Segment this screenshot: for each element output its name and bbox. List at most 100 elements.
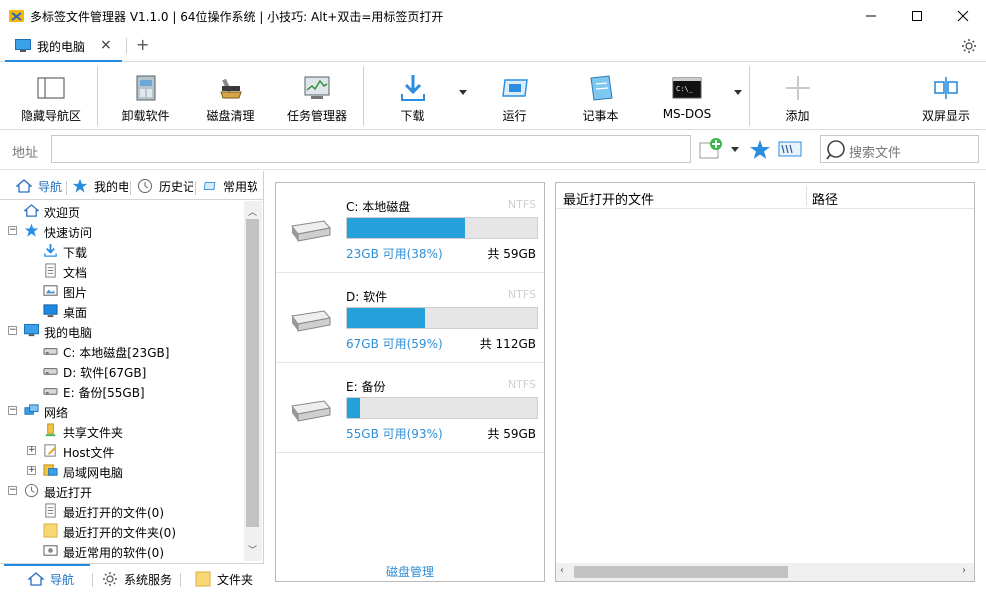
tab-my-computer[interactable]: 我的电脑 ×: [5, 31, 122, 62]
add-button[interactable]: 添加: [770, 62, 825, 130]
uninstall-button[interactable]: 卸载软件: [108, 62, 183, 130]
tab-bar: 我的电脑 × +: [0, 31, 986, 62]
tab-divider: [66, 181, 67, 195]
drive-total-size: 共 59GB: [487, 247, 536, 261]
disk-management-link[interactable]: 磁盘管理: [276, 563, 544, 580]
disk-clean-button[interactable]: 磁盘清理: [193, 62, 268, 130]
tab-history-label: 历史记录: [159, 180, 193, 194]
task-manager-button[interactable]: 任务管理器: [278, 62, 356, 130]
add-label: 添加: [785, 109, 810, 123]
dual-screen-button[interactable]: 双屏显示: [916, 62, 976, 130]
address-label: 地址: [12, 146, 39, 161]
usage-fill: [347, 308, 425, 328]
collapse-toggle[interactable]: −: [8, 406, 17, 415]
title-bar: 多标签文件管理器 V1.1.0 | 64位操作系统 | 小技巧: Alt+双击=…: [0, 0, 986, 31]
bottom-tab-label: 导航: [50, 573, 75, 587]
tab-divider: [180, 573, 181, 587]
drive-card-e[interactable]: E: 备份 NTFS 55GB 可用(93%) 共 59GB: [276, 363, 544, 453]
scroll-left-icon[interactable]: ‹: [560, 565, 564, 576]
msdos-dropdown-icon[interactable]: [734, 90, 742, 95]
tree-label: D: 软件[67GB]: [63, 366, 147, 380]
favorite-star-icon[interactable]: [749, 139, 771, 161]
drive-total-size: 共 59GB: [487, 427, 536, 441]
new-tab-button[interactable]: +: [136, 35, 149, 54]
search-input[interactable]: 搜索文件: [820, 135, 979, 163]
disk-panel: C: 本地磁盘 NTFS 23GB 可用(38%) 共 59GB D: 软件 N…: [275, 182, 545, 582]
new-folder-dropdown-icon[interactable]: [731, 147, 739, 152]
tree-label: 欢迎页: [44, 206, 81, 220]
search-placeholder: 搜索文件: [849, 146, 902, 161]
scrollbar-thumb[interactable]: [574, 566, 788, 578]
bottom-tab-nav[interactable]: 导航: [28, 569, 88, 589]
bottom-tab-label: 系统服务: [124, 573, 172, 587]
drive-free-space: 67GB 可用(59%): [346, 337, 443, 351]
tree-label: 最近打开的文件(0): [63, 506, 164, 520]
computer-icon: [24, 323, 39, 337]
scroll-right-icon[interactable]: ›: [962, 565, 966, 576]
address-input[interactable]: [51, 135, 691, 163]
tree-label: 最近打开: [44, 486, 93, 500]
network-path-icon[interactable]: [778, 141, 802, 157]
tree-scrollbar[interactable]: ︿ ﹀: [244, 201, 262, 561]
download-dropdown-icon[interactable]: [459, 90, 467, 95]
drive-card-c[interactable]: C: 本地磁盘 NTFS 23GB 可用(38%) 共 59GB: [276, 183, 544, 273]
tree-label: E: 备份[55GB]: [63, 386, 145, 400]
scroll-down-icon[interactable]: ﹀: [248, 543, 257, 556]
run-label: 运行: [502, 109, 527, 123]
hard-drive-icon: [291, 310, 331, 332]
drive-card-d[interactable]: D: 软件 NTFS 67GB 可用(59%) 共 112GB: [276, 273, 544, 363]
tab-history[interactable]: 历史记录: [137, 176, 193, 196]
tab-nav-label: 导航: [38, 180, 63, 194]
bottom-tabs: 导航 系统服务 文件夹: [0, 563, 264, 593]
msdos-button[interactable]: C:\_ MS-DOS: [654, 62, 720, 130]
close-button[interactable]: [940, 0, 986, 31]
list-header: 最近打开的文件 路径: [556, 183, 974, 209]
column-header-path[interactable]: 路径: [812, 189, 838, 208]
tab-divider: [195, 181, 196, 195]
tab-divider: [92, 573, 93, 587]
drive-icon: [43, 348, 58, 355]
maximize-button[interactable]: [894, 0, 940, 31]
collapse-toggle[interactable]: −: [8, 326, 17, 335]
tab-favorites[interactable]: 我的电脑: [72, 176, 128, 196]
collapse-toggle[interactable]: −: [8, 226, 17, 235]
notepad-icon: [589, 75, 613, 101]
lan-computer-icon: [43, 464, 58, 476]
recent-files-panel: 最近打开的文件 路径 ‹ ›: [555, 182, 975, 582]
svg-text:C:\_: C:\_: [676, 85, 694, 93]
run-button[interactable]: 运行: [487, 62, 542, 130]
tab-nav[interactable]: 导航: [16, 176, 66, 196]
settings-gear-icon[interactable]: [961, 38, 977, 54]
hide-nav-label: 隐藏导航区: [20, 109, 81, 123]
horizontal-scrollbar[interactable]: ‹ ›: [556, 563, 974, 581]
tree-label: C: 本地磁盘[23GB]: [63, 346, 170, 360]
notepad-button[interactable]: 记事本: [573, 62, 628, 130]
document-icon: [45, 503, 56, 518]
expand-toggle[interactable]: +: [27, 466, 36, 475]
bottom-tab-folder[interactable]: 文件夹: [195, 569, 259, 589]
new-folder-icon[interactable]: [698, 137, 724, 161]
tree-label: 局域网电脑: [63, 466, 124, 480]
task-manager-icon: [304, 76, 330, 99]
expand-toggle[interactable]: +: [27, 446, 36, 455]
task-manager-label: 任务管理器: [286, 109, 347, 123]
collapse-toggle[interactable]: −: [8, 486, 17, 495]
minimize-button[interactable]: [848, 0, 894, 31]
bottom-tab-services[interactable]: 系统服务: [102, 569, 172, 589]
drive-name: E: 备份: [346, 380, 386, 394]
picture-icon: [43, 285, 58, 296]
panel-icon: [37, 77, 65, 99]
download-button[interactable]: 下载: [385, 62, 440, 130]
scrollbar-thumb[interactable]: [246, 219, 259, 527]
bottom-tab-label: 文件夹: [217, 573, 254, 587]
command-prompt-icon: C:\_: [672, 77, 702, 99]
usage-bar: [346, 217, 538, 239]
clock-icon: [138, 179, 152, 193]
drive-free-space: 23GB 可用(38%): [346, 247, 443, 261]
tab-common-software[interactable]: 常用软件: [201, 176, 257, 196]
scroll-up-icon[interactable]: ︿: [248, 205, 257, 218]
hide-nav-button[interactable]: 隐藏导航区: [12, 62, 90, 130]
column-header-file[interactable]: 最近打开的文件: [563, 189, 654, 208]
column-divider[interactable]: [806, 186, 807, 206]
tab-close-icon[interactable]: ×: [100, 37, 112, 53]
